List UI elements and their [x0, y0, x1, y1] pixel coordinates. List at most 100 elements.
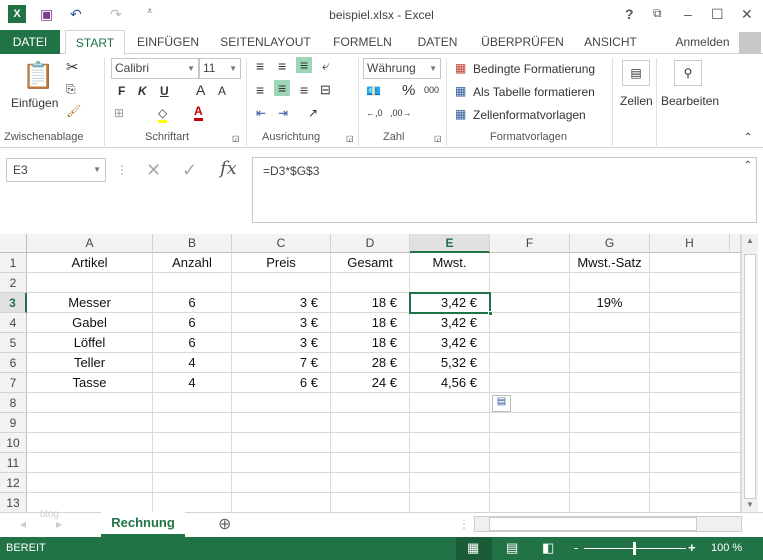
cell-F11[interactable]	[490, 453, 570, 473]
cell-B13[interactable]	[153, 493, 232, 513]
cell-D7[interactable]: 24 €	[331, 373, 410, 393]
cell-D10[interactable]	[331, 433, 410, 453]
cell-G13[interactable]	[570, 493, 650, 513]
cell-G5[interactable]	[570, 333, 650, 353]
cell-E10[interactable]	[410, 433, 490, 453]
tab-seitenlayout[interactable]: SEITENLAYOUT	[218, 30, 313, 54]
cell-A9[interactable]	[27, 413, 153, 433]
maximize-icon[interactable]: ☐	[711, 6, 724, 23]
vertical-scrollbar[interactable]: ▲ ▼	[741, 234, 758, 512]
cell-C3[interactable]: 3 €	[232, 293, 331, 313]
cell-H6[interactable]	[650, 353, 741, 373]
conditional-format-icon[interactable]: ▦	[455, 61, 466, 75]
column-header-G[interactable]: G	[570, 234, 650, 253]
cell-D11[interactable]	[331, 453, 410, 473]
cell-H3[interactable]	[650, 293, 741, 313]
row-header-2[interactable]: 2	[0, 273, 27, 293]
cell-E9[interactable]	[410, 413, 490, 433]
row-header-13[interactable]: 13	[0, 493, 27, 513]
cell-G2[interactable]	[570, 273, 650, 293]
cell-F10[interactable]	[490, 433, 570, 453]
cell-D3[interactable]: 18 €	[331, 293, 410, 313]
cancel-icon[interactable]: ✕	[146, 160, 161, 181]
cell-G4[interactable]	[570, 313, 650, 333]
close-icon[interactable]: ✕	[741, 6, 753, 23]
cell-G7[interactable]	[570, 373, 650, 393]
cell-A4[interactable]: Gabel	[27, 313, 153, 333]
cell-B11[interactable]	[153, 453, 232, 473]
font-name-select[interactable]: Calibri ▼	[111, 58, 199, 79]
cell-C9[interactable]	[232, 413, 331, 433]
format-painter-icon[interactable]: 🖌	[66, 104, 81, 118]
increase-indent-icon[interactable]: ⇥	[278, 106, 288, 120]
cell-F5[interactable]	[490, 333, 570, 353]
cell-C1[interactable]: Preis	[232, 253, 331, 273]
horizontal-scrollbar[interactable]	[474, 516, 742, 532]
increase-decimal-icon[interactable]: ←,0	[366, 108, 383, 118]
row-header-11[interactable]: 11	[0, 453, 27, 473]
cell-C5[interactable]: 3 €	[232, 333, 331, 353]
cell-A11[interactable]	[27, 453, 153, 473]
tab-ansicht[interactable]: ANSICHT	[578, 30, 643, 54]
borders-icon[interactable]: ⊞	[114, 106, 124, 120]
cell-C4[interactable]: 3 €	[232, 313, 331, 333]
minimize-icon[interactable]: –	[684, 6, 692, 22]
copy-icon[interactable]: ⎘	[66, 82, 76, 97]
column-header-H[interactable]: H	[650, 234, 730, 253]
row-header-5[interactable]: 5	[0, 333, 27, 353]
cell-H4[interactable]	[650, 313, 741, 333]
row-header-10[interactable]: 10	[0, 433, 27, 453]
tab-einfuegen[interactable]: EINFÜGEN	[132, 30, 204, 54]
cell-F2[interactable]	[490, 273, 570, 293]
cell-A12[interactable]	[27, 473, 153, 493]
fill-handle[interactable]	[488, 311, 493, 316]
cell-B9[interactable]	[153, 413, 232, 433]
cell-H11[interactable]	[650, 453, 741, 473]
row-header-12[interactable]: 12	[0, 473, 27, 493]
cell-F4[interactable]	[490, 313, 570, 333]
cell-D6[interactable]: 28 €	[331, 353, 410, 373]
align-right-icon[interactable]: ≡	[300, 82, 308, 98]
cell-E6[interactable]: 5,32 €	[410, 353, 490, 373]
cut-icon[interactable]: ✂	[66, 58, 79, 76]
wrap-text-icon[interactable]: ⤶	[322, 58, 329, 74]
select-all-corner[interactable]	[0, 234, 27, 253]
paste-button[interactable]: Einfügen	[11, 96, 58, 110]
font-dialog-icon[interactable]: ◲	[232, 134, 240, 143]
cell-C6[interactable]: 7 €	[232, 353, 331, 373]
cell-C7[interactable]: 6 €	[232, 373, 331, 393]
cell-E13[interactable]	[410, 493, 490, 513]
insert-function-icon[interactable]: fx	[220, 158, 237, 179]
align-center-icon[interactable]: ≡	[274, 80, 291, 96]
cell-B3[interactable]: 6	[153, 293, 232, 313]
column-header-C[interactable]: C	[232, 234, 331, 253]
normal-view-icon[interactable]: ▦	[467, 540, 479, 556]
cell-E4[interactable]: 3,42 €	[410, 313, 490, 333]
cell-C10[interactable]	[232, 433, 331, 453]
cell-H2[interactable]	[650, 273, 741, 293]
cell-B7[interactable]: 4	[153, 373, 232, 393]
zoom-slider-thumb[interactable]	[633, 542, 636, 555]
cell-H5[interactable]	[650, 333, 741, 353]
column-header-B[interactable]: B	[153, 234, 232, 253]
cell-H1[interactable]	[650, 253, 741, 273]
cell-A5[interactable]: Löffel	[27, 333, 153, 353]
underline-button[interactable]: U	[160, 84, 169, 98]
cell-G3[interactable]: 19%	[570, 293, 650, 313]
cell-B12[interactable]	[153, 473, 232, 493]
cell-E5[interactable]: 3,42 €	[410, 333, 490, 353]
cell-C13[interactable]	[232, 493, 331, 513]
number-dialog-icon[interactable]: ◲	[434, 134, 442, 143]
vertical-scroll-thumb[interactable]	[744, 254, 756, 499]
cells-button[interactable]: Zellen	[620, 94, 653, 108]
row-header-9[interactable]: 9	[0, 413, 27, 433]
tab-start[interactable]: START	[65, 30, 125, 55]
row-header-6[interactable]: 6	[0, 353, 27, 373]
cell-A6[interactable]: Teller	[27, 353, 153, 373]
grow-font-icon[interactable]: A	[196, 82, 205, 98]
cell-A7[interactable]: Tasse	[27, 373, 153, 393]
find-binoculars-icon[interactable]: ⚲	[674, 60, 702, 86]
cell-G10[interactable]	[570, 433, 650, 453]
new-sheet-icon[interactable]: ⊕	[218, 514, 231, 534]
cell-F13[interactable]	[490, 493, 570, 513]
